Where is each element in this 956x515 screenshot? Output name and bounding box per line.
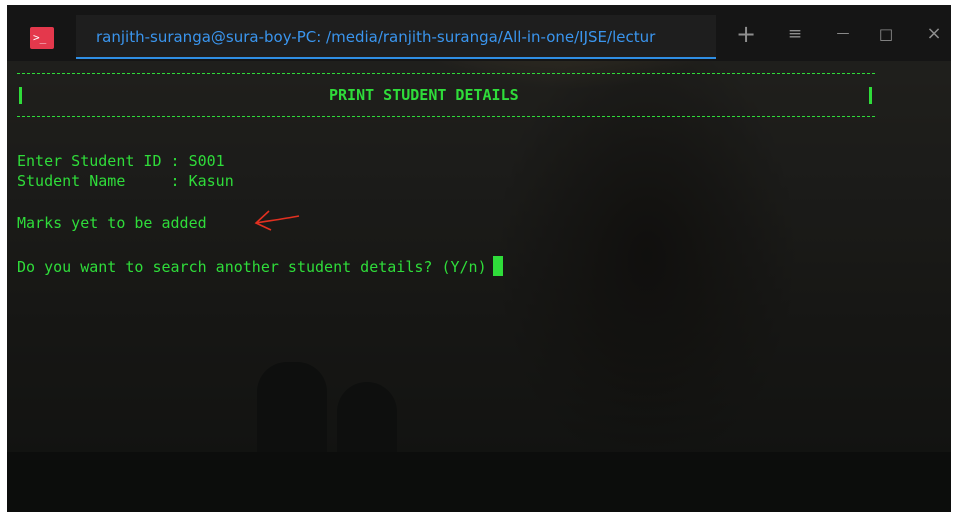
title-bar[interactable]: >_ ranjith-suranga@sura-boy-PC: /media/r… <box>7 5 951 61</box>
terminal-tab[interactable]: ranjith-suranga@sura-boy-PC: /media/ranj… <box>76 15 716 59</box>
minimize-icon[interactable]: — <box>830 21 856 47</box>
close-icon[interactable]: × <box>921 21 947 47</box>
terminal-app-icon: >_ <box>30 27 54 49</box>
student-id-line: Enter Student ID : S001 <box>17 152 225 170</box>
menu-icon[interactable]: ≡ <box>782 21 808 47</box>
marks-message: Marks yet to be added <box>17 214 207 232</box>
header-title: PRINT STUDENT DETAILS <box>329 86 519 104</box>
border-left <box>19 87 22 104</box>
maximize-icon[interactable]: □ <box>873 21 899 47</box>
screenshot-frame: >_ ranjith-suranga@sura-boy-PC: /media/r… <box>7 5 951 512</box>
cursor-block[interactable] <box>492 256 503 276</box>
continue-prompt: Do you want to search another student de… <box>17 256 503 278</box>
student-name-line: Student Name : Kasun <box>17 172 234 190</box>
red-arrow-annotation-icon <box>254 210 300 231</box>
new-tab-icon[interactable]: + <box>733 21 759 47</box>
tab-title: ranjith-suranga@sura-boy-PC: /media/ranj… <box>96 28 656 46</box>
terminal-window[interactable]: >_ ranjith-suranga@sura-boy-PC: /media/r… <box>7 5 951 512</box>
border-right <box>869 87 872 104</box>
prompt-text: Do you want to search another student de… <box>17 258 487 276</box>
divider-bottom <box>17 116 875 117</box>
divider-top <box>17 73 875 74</box>
